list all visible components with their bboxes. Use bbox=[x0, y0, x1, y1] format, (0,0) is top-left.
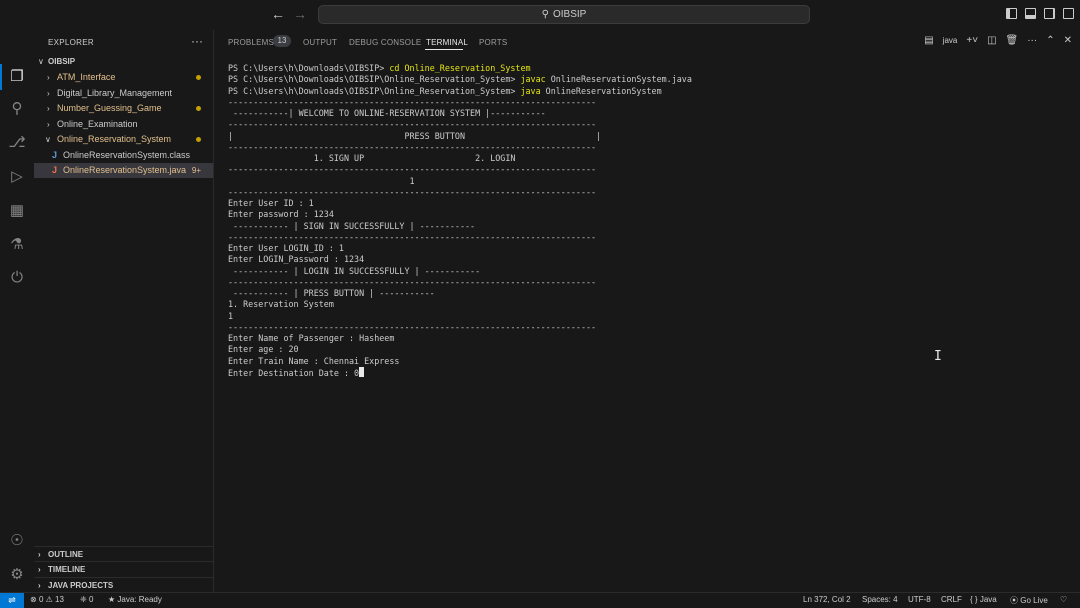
layout-controls bbox=[1006, 8, 1074, 19]
accounts-icon[interactable]: ☉ bbox=[7, 531, 27, 551]
status-bar: ⇌ ⊗ 0 ⚠ 13 ❈ 0 ★ Java: Ready Ln 372, Col… bbox=[0, 592, 1080, 608]
title-bar: ← → ⚲ OIBSIP bbox=[0, 0, 1080, 31]
kill-terminal-trash-icon[interactable]: 🗑 bbox=[1006, 35, 1019, 46]
chevron-right-icon: › bbox=[47, 104, 50, 113]
ports-status[interactable]: ❈ 0 bbox=[80, 595, 93, 604]
chevron-right-icon: › bbox=[47, 73, 50, 82]
chevron-right-icon: › bbox=[38, 581, 41, 590]
radio-tower-icon: ❈ bbox=[80, 595, 87, 604]
toggle-panel-icon[interactable] bbox=[1025, 8, 1036, 19]
customize-layout-icon[interactable] bbox=[1063, 8, 1074, 19]
testing-flask-icon[interactable]: ⚗ bbox=[7, 235, 27, 255]
problems-status[interactable]: ⊗ 0 ⚠ 13 bbox=[30, 595, 64, 604]
braces-icon: { } bbox=[970, 595, 978, 604]
active-tab-underline bbox=[425, 49, 463, 50]
folder-online-examination[interactable]: › Online_Examination bbox=[34, 117, 213, 132]
tab-output[interactable]: OUTPUT bbox=[303, 38, 337, 47]
outline-section[interactable]: › OUTLINE bbox=[34, 546, 213, 562]
explorer-header: EXPLORER bbox=[48, 38, 94, 47]
error-icon: ⊗ bbox=[30, 595, 37, 604]
new-terminal-plus-icon[interactable]: +˅ bbox=[966, 35, 978, 46]
terminal-actions: ▤ java +˅ ◫ 🗑 ··· ⌃ ✕ bbox=[924, 35, 1072, 46]
chevron-down-icon: ∨ bbox=[38, 57, 44, 66]
chevron-right-icon: › bbox=[47, 89, 50, 98]
cursor-position[interactable]: Ln 372, Col 2 bbox=[803, 595, 851, 604]
power-icon[interactable]: ⏻ bbox=[7, 268, 27, 288]
program-output: ----------------------------------------… bbox=[228, 96, 602, 378]
file-class[interactable]: J OnlineReservationSystem.class bbox=[34, 148, 213, 163]
timeline-section[interactable]: › TIMELINE bbox=[34, 561, 213, 577]
mouse-ibeam-cursor: I bbox=[934, 349, 942, 364]
java-class-file-icon: J bbox=[52, 150, 58, 160]
notifications-bell-icon[interactable]: ♡ bbox=[1060, 595, 1067, 604]
search-icon[interactable]: ⚲ bbox=[7, 99, 27, 119]
search-icon: ⚲ bbox=[541, 9, 549, 20]
split-terminal-icon[interactable]: ◫ bbox=[987, 35, 996, 46]
command-center-search[interactable]: ⚲ OIBSIP bbox=[318, 5, 810, 24]
search-text: OIBSIP bbox=[552, 9, 587, 20]
language-mode[interactable]: { } Java bbox=[970, 595, 997, 604]
java-status[interactable]: ★ Java: Ready bbox=[108, 595, 162, 604]
end-of-line[interactable]: CRLF bbox=[941, 595, 962, 604]
folder-atm-interface[interactable]: › ATM_Interface bbox=[34, 70, 213, 85]
maximize-panel-chevron-up-icon[interactable]: ⌃ bbox=[1046, 35, 1054, 46]
java-projects-section[interactable]: › JAVA PROJECTS bbox=[34, 577, 213, 593]
remote-indicator-icon[interactable]: ⇌ bbox=[0, 593, 24, 608]
modified-dot bbox=[196, 137, 201, 142]
problems-badge: 9+ bbox=[191, 166, 201, 175]
folder-online-reservation[interactable]: ∨ Online_Reservation_System bbox=[34, 132, 213, 147]
indentation[interactable]: Spaces: 4 bbox=[862, 595, 898, 604]
explorer-sidebar: EXPLORER ··· ∨ OIBSIP › ATM_Interface › … bbox=[34, 30, 214, 592]
toggle-primary-sidebar-icon[interactable] bbox=[1006, 8, 1017, 19]
chevron-down-icon: ∨ bbox=[45, 135, 51, 144]
toggle-secondary-sidebar-icon[interactable] bbox=[1044, 8, 1055, 19]
terminal-cursor bbox=[359, 366, 365, 377]
modified-dot bbox=[196, 106, 201, 111]
panel-tabs: PROBLEMS 13 OUTPUT DEBUG CONSOLE TERMINA… bbox=[214, 30, 1080, 54]
terminal-panel: PROBLEMS 13 OUTPUT DEBUG CONSOLE TERMINA… bbox=[214, 30, 1080, 592]
modified-dot bbox=[196, 75, 201, 80]
tab-terminal[interactable]: TERMINAL bbox=[426, 38, 468, 47]
warning-icon: ⚠ bbox=[45, 595, 53, 604]
java-file-icon: J bbox=[52, 165, 58, 175]
folder-digital-library[interactable]: › Digital_Library_Management bbox=[34, 86, 213, 101]
chevron-right-icon: › bbox=[47, 120, 50, 129]
folder-number-guessing[interactable]: › Number_Guessing_Game bbox=[34, 101, 213, 116]
settings-gear-icon[interactable]: ⚙ bbox=[7, 565, 27, 585]
chevron-right-icon: › bbox=[38, 565, 41, 574]
activity-bar: ❐ ⚲ ⎇ ▷ ▦ ⚗ ⏻ ☉ ⚙ bbox=[0, 30, 35, 592]
problems-count-badge: 13 bbox=[273, 35, 291, 47]
source-control-icon[interactable]: ⎇ bbox=[7, 133, 27, 153]
run-debug-icon[interactable]: ▷ bbox=[7, 167, 27, 187]
terminal-kind-icon: ▤ bbox=[924, 35, 934, 46]
forward-arrow-icon[interactable]: → bbox=[293, 6, 307, 22]
tab-problems[interactable]: PROBLEMS bbox=[228, 38, 274, 47]
file-java-selected[interactable]: J OnlineReservationSystem.java 9+ bbox=[34, 163, 213, 178]
tab-ports[interactable]: PORTS bbox=[479, 38, 507, 47]
close-panel-icon[interactable]: ✕ bbox=[1064, 35, 1072, 46]
terminal-output[interactable]: PS C:\Users\h\Downloads\OIBSIP> cd Onlin… bbox=[228, 63, 1068, 379]
workspace-root[interactable]: ∨ OIBSIP bbox=[34, 54, 213, 69]
chevron-right-icon: › bbox=[38, 550, 41, 559]
more-actions-icon[interactable]: ··· bbox=[1027, 35, 1037, 46]
more-actions-icon[interactable]: ··· bbox=[191, 34, 203, 48]
java-ready-icon: ★ bbox=[108, 595, 116, 604]
explorer-icon[interactable]: ❐ bbox=[7, 67, 27, 87]
broadcast-icon: ⦿ bbox=[1010, 596, 1018, 605]
tab-debug-console[interactable]: DEBUG CONSOLE bbox=[349, 38, 421, 47]
back-arrow-icon[interactable]: ← bbox=[271, 6, 285, 22]
terminal-kind-label[interactable]: java bbox=[943, 36, 958, 45]
active-indicator bbox=[0, 64, 2, 90]
go-live-button[interactable]: ⦿ Go Live bbox=[1010, 595, 1048, 606]
extensions-icon[interactable]: ▦ bbox=[7, 201, 27, 221]
encoding[interactable]: UTF-8 bbox=[908, 595, 931, 604]
